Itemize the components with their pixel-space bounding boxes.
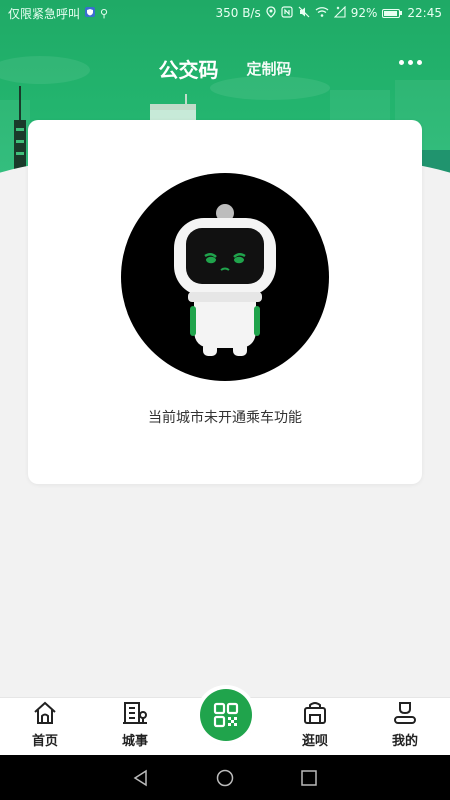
nav-city[interactable]: 城事 [90, 697, 180, 755]
recents-icon[interactable] [300, 769, 318, 787]
unavailable-message: 当前城市未开通乘车功能 [148, 410, 302, 426]
nav-label-shop: 逛呗 [301, 734, 328, 749]
more-dot-icon [399, 60, 404, 65]
back-icon[interactable] [132, 769, 150, 787]
location-icon [266, 5, 276, 21]
more-dot-icon [408, 60, 413, 65]
mute-icon [298, 6, 310, 21]
sad-robot-illustration [120, 172, 330, 382]
shop-bag-icon [304, 702, 326, 724]
wifi-icon [315, 6, 329, 21]
home-circle-icon[interactable] [216, 769, 234, 787]
city-building-icon [123, 702, 147, 724]
system-navigation-bar [0, 755, 450, 800]
carrier-text: 仅限紧急呼叫 [8, 6, 81, 21]
tab-custom-code[interactable]: 定制码 [246, 58, 291, 79]
nfc-icon [281, 5, 293, 21]
network-speed: 350 B/s [215, 6, 261, 20]
shield-icon [84, 6, 96, 21]
nav-label-city: 城事 [121, 734, 148, 749]
status-bar: 仅限紧急呼叫 ⚲ 350 B/s 92% 22:45 [0, 0, 450, 26]
content-card: 当前城市未开通乘车功能 [28, 120, 422, 484]
title-bar: 公交码 定制码 [0, 48, 450, 88]
more-options-button[interactable] [399, 60, 422, 65]
qr-code-icon [213, 702, 239, 728]
usb-icon: ⚲ [100, 6, 109, 20]
tab-bus-code[interactable]: 公交码 [158, 54, 218, 83]
bottom-navigation: 首页 城事 逛呗 我的 [0, 689, 450, 755]
profile-icon [394, 702, 416, 724]
nav-label-profile: 我的 [391, 734, 418, 749]
nav-profile[interactable]: 我的 [360, 697, 450, 755]
qr-code-button[interactable] [200, 689, 252, 741]
signal-icon [333, 5, 346, 21]
clock: 22:45 [407, 6, 442, 20]
battery-percent: 92% [350, 6, 378, 20]
nav-shop[interactable]: 逛呗 [270, 697, 360, 755]
more-dot-icon [417, 60, 422, 65]
home-icon [34, 701, 56, 724]
nav-qr-holder [180, 689, 270, 755]
nav-label-home: 首页 [31, 734, 58, 749]
nav-home[interactable]: 首页 [0, 697, 90, 755]
battery-icon [382, 8, 403, 18]
